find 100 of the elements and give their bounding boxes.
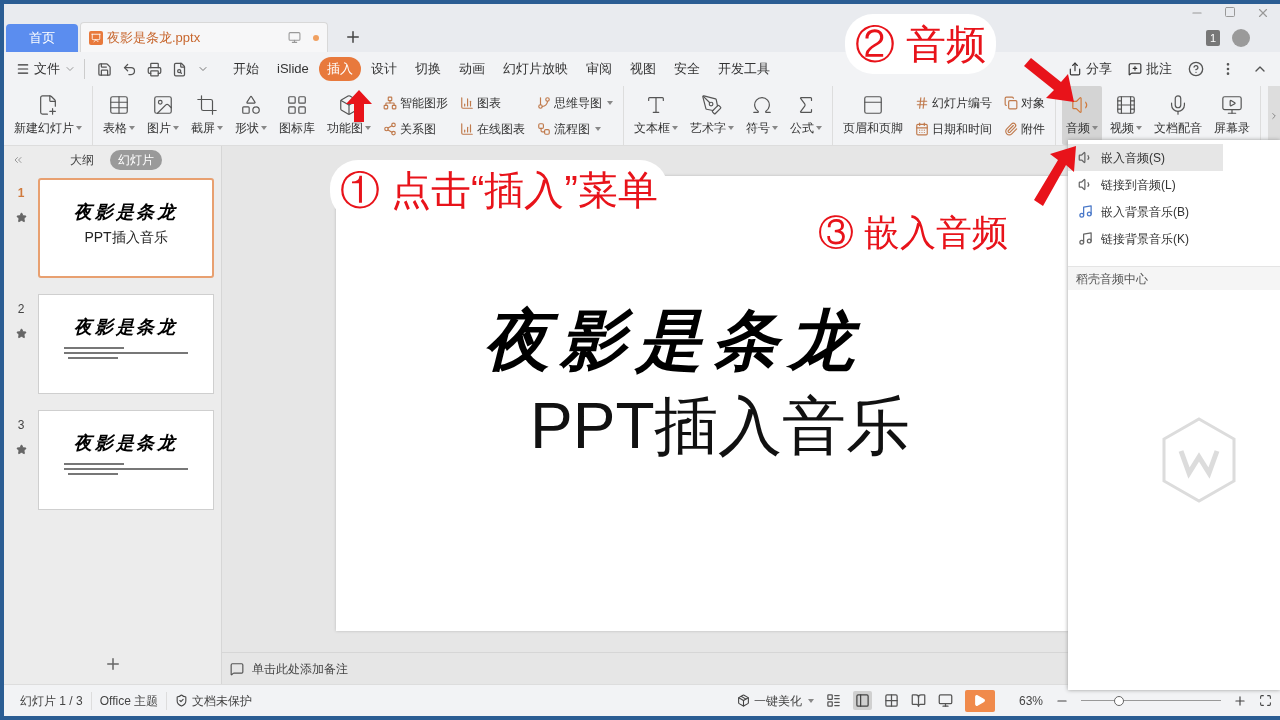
ribbon-small-button[interactable]: 日期和时间: [915, 119, 992, 138]
close-icon[interactable]: [1256, 6, 1270, 20]
grid-view-icon[interactable]: [883, 693, 899, 708]
zoom-level[interactable]: 63%: [1018, 691, 1043, 710]
nodes-icon: [383, 121, 397, 136]
music-note-icon: [1078, 204, 1093, 219]
branch-icon: [537, 95, 551, 110]
caret-icon: [607, 100, 613, 105]
menu-tab[interactable]: 视图: [621, 57, 664, 81]
thumbnail-title: 夜影是条龙: [74, 200, 178, 224]
ribbon-button[interactable]: 新建幻灯片: [10, 86, 86, 145]
fit-icon[interactable]: [1259, 694, 1272, 707]
menu-tab[interactable]: 切换: [406, 57, 449, 81]
preview-icon[interactable]: [172, 61, 187, 77]
ribbon-button[interactable]: 公式: [786, 86, 826, 145]
dropdown-item[interactable]: 嵌入音频(S): [1068, 144, 1223, 171]
caret-icon: [595, 126, 601, 131]
caret-icon: [728, 126, 734, 130]
star-icon: [15, 444, 27, 455]
zoom-slider[interactable]: [1081, 694, 1221, 707]
file-menu[interactable]: 文件: [16, 59, 85, 79]
ribbon-button[interactable]: 艺术字: [686, 86, 738, 145]
menu-tab[interactable]: 设计: [362, 57, 405, 81]
ribbon-small-button[interactable]: 附件: [1004, 119, 1045, 138]
dropdown-item[interactable]: 嵌入背景音乐(B): [1068, 198, 1223, 225]
caret-icon: [816, 126, 822, 130]
ribbon-button[interactable]: 页眉和页脚: [839, 86, 907, 145]
paperclip-icon: [1004, 121, 1018, 136]
beautify-button[interactable]: 一键美化: [736, 691, 814, 710]
zoom-in-icon[interactable]: [1233, 693, 1247, 708]
presenter-view-icon[interactable]: [937, 693, 953, 708]
normal-view-button[interactable]: [852, 691, 872, 710]
caret-icon: [1136, 126, 1142, 130]
new-tab-icon[interactable]: [344, 28, 362, 46]
caret-icon: [217, 126, 223, 130]
menu-tab[interactable]: 幻灯片放映: [494, 57, 576, 81]
slide-count: 幻灯片 1 / 3: [12, 691, 92, 710]
reading-view-icon[interactable]: [910, 693, 926, 708]
ribbon-button[interactable]: 屏幕录: [1210, 86, 1254, 145]
menu-tab[interactable]: 安全: [665, 57, 708, 81]
ribbon-button[interactable]: 形状: [231, 86, 271, 145]
notes-toggle-icon[interactable]: [825, 693, 841, 708]
section-header: 稻壳音频中心: [1076, 270, 1148, 288]
ribbon-small-button[interactable]: 流程图: [537, 119, 613, 138]
help-icon[interactable]: [1188, 61, 1204, 77]
ribbon-button[interactable]: 图片: [143, 86, 183, 145]
ribbon-button[interactable]: 符号: [742, 86, 782, 145]
ribbon-button[interactable]: 表格: [99, 86, 139, 145]
star-icon: [15, 212, 27, 223]
ribbon-small-button[interactable]: 幻灯片编号: [915, 93, 992, 112]
ribbon-small-button[interactable]: 图表: [460, 93, 525, 112]
window-count-badge[interactable]: 1: [1205, 29, 1220, 47]
tab-title: 夜影是条龙.pptx: [107, 28, 202, 47]
annotation-label: ② 音频: [845, 14, 997, 74]
ribbon-small-button[interactable]: 在线图表: [460, 119, 525, 138]
ribbon-button[interactable]: 截屏: [187, 86, 227, 145]
document-tab[interactable]: 夜影是条龙.pptx: [80, 22, 328, 52]
ribbon-button[interactable]: 文本框: [630, 86, 682, 145]
ribbon-button[interactable]: 文档配音: [1150, 86, 1206, 145]
loading-logo-icon: [1161, 417, 1237, 503]
presentation-file-icon: [89, 30, 103, 45]
protection-button[interactable]: 文档未保护: [167, 691, 261, 710]
print-icon[interactable]: [147, 61, 162, 77]
image-icon: [152, 94, 174, 116]
ribbon-button[interactable]: 图标库: [275, 86, 319, 145]
collapse-panel-icon[interactable]: [12, 154, 24, 166]
slide-thumbnail[interactable]: 夜影是条龙: [38, 410, 214, 510]
caret-icon: [261, 126, 267, 130]
save-icon[interactable]: [97, 61, 112, 77]
menu-tab[interactable]: 动画: [450, 57, 493, 81]
panel-tab[interactable]: 大纲: [62, 150, 102, 170]
play-icon: [973, 694, 987, 707]
ribbon-small-button[interactable]: 智能图形: [383, 93, 448, 112]
film-icon: [1115, 94, 1137, 116]
menu-tab[interactable]: 开发工具: [709, 57, 778, 81]
ribbon-button[interactable]: 视频: [1106, 86, 1146, 145]
ribbon-small-button[interactable]: 对象: [1004, 93, 1045, 112]
header-footer-icon: [862, 94, 884, 116]
ribbon-small-button[interactable]: 关系图: [383, 119, 448, 138]
slide-subtitle: PPT插入音乐: [530, 394, 911, 458]
slide-thumbnail[interactable]: 夜影是条龙: [38, 294, 214, 394]
caret-icon: [365, 126, 371, 130]
maximize-icon[interactable]: [1224, 6, 1236, 18]
theme-name: Office 主题: [91, 691, 168, 710]
slide-thumbnail[interactable]: 夜影是条龙 PPT插入音乐: [38, 178, 214, 278]
zoom-thumb[interactable]: [1113, 695, 1124, 706]
menu-tab[interactable]: 开始: [225, 57, 267, 81]
annotation-arrow: [1034, 146, 1076, 206]
play-button[interactable]: [964, 689, 995, 712]
dropdown-item[interactable]: 链接背景音乐(K): [1068, 225, 1223, 252]
hash-icon: [915, 95, 929, 110]
notes-icon: [230, 661, 244, 676]
comment-button[interactable]: 批注: [1128, 59, 1172, 79]
share-button[interactable]: 分享: [1068, 59, 1112, 79]
dropdown-item[interactable]: 链接到音频(L): [1068, 171, 1223, 198]
ribbon-small-button[interactable]: 思维导图: [537, 93, 613, 112]
menu-tab[interactable]: iSlide: [269, 57, 317, 81]
undo-icon[interactable]: [122, 61, 137, 77]
menu-tab[interactable]: 审阅: [577, 57, 620, 81]
notes-placeholder[interactable]: 单击此处添加备注: [252, 659, 348, 678]
